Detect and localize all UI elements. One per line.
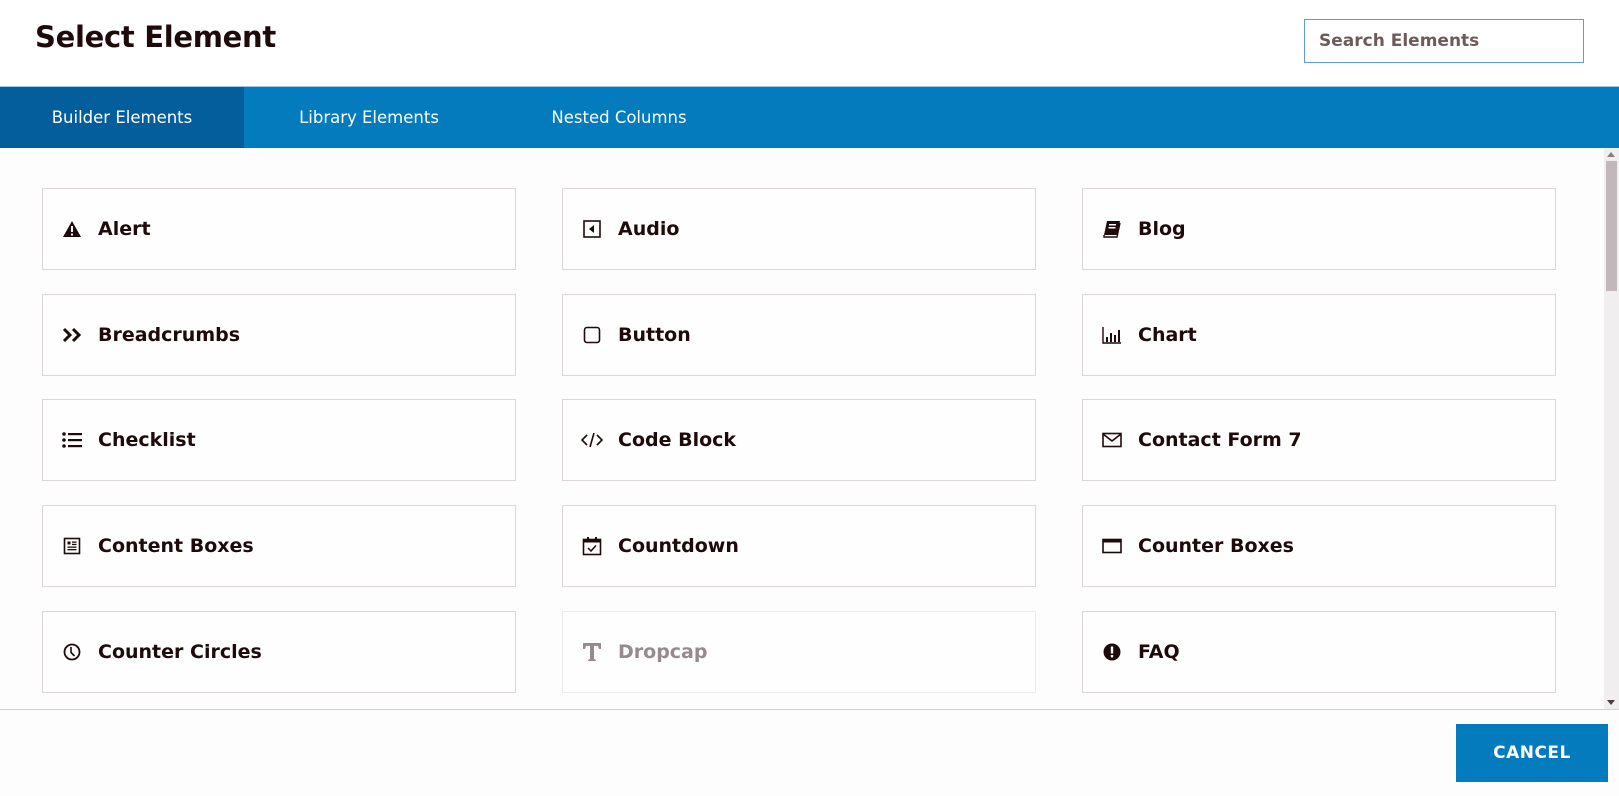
element-card-breadcrumbs[interactable]: Breadcrumbs <box>42 294 516 376</box>
element-card-chart[interactable]: Chart <box>1082 294 1556 376</box>
element-card-contact-form-7[interactable]: Contact Form 7 <box>1082 399 1556 481</box>
element-label: Breadcrumbs <box>98 324 241 346</box>
elements-grid: Alert Audio Blog Breadcrumbs Button Char… <box>0 148 1604 709</box>
vertical-scrollbar[interactable] <box>1604 148 1619 709</box>
audio-icon <box>580 219 604 239</box>
element-card-content-boxes[interactable]: Content Boxes <box>42 505 516 587</box>
warning-triangle-icon <box>60 219 84 239</box>
tab-bar: Builder Elements Library Elements Nested… <box>0 86 1619 148</box>
element-card-code-block[interactable]: Code Block <box>562 399 1036 481</box>
scrollbar-thumb[interactable] <box>1606 161 1617 291</box>
element-label: Code Block <box>618 429 737 451</box>
tab-nested-columns[interactable]: Nested Columns <box>494 87 744 148</box>
cancel-button[interactable]: CANCEL <box>1456 724 1608 782</box>
element-label: Counter Boxes <box>1138 535 1294 557</box>
element-card-dropcap[interactable]: Dropcap <box>562 611 1036 693</box>
search-elements-input[interactable] <box>1304 19 1584 63</box>
book-icon <box>1100 219 1124 239</box>
envelope-icon <box>1100 430 1124 450</box>
list-icon <box>60 430 84 450</box>
element-card-counter-circles[interactable]: Counter Circles <box>42 611 516 693</box>
element-label: Audio <box>618 218 680 240</box>
element-label: Blog <box>1138 218 1186 240</box>
element-label: Countdown <box>618 535 739 557</box>
element-card-blog[interactable]: Blog <box>1082 188 1556 270</box>
newspaper-icon <box>60 536 84 556</box>
element-card-checklist[interactable]: Checklist <box>42 399 516 481</box>
element-label: Contact Form 7 <box>1138 429 1302 451</box>
tab-library-elements[interactable]: Library Elements <box>244 87 494 148</box>
element-card-audio[interactable]: Audio <box>562 188 1036 270</box>
window-icon <box>1100 536 1124 556</box>
element-card-counter-boxes[interactable]: Counter Boxes <box>1082 505 1556 587</box>
exclamation-circle-icon <box>1100 642 1124 662</box>
modal-header: Select Element <box>0 0 1619 86</box>
element-card-countdown[interactable]: Countdown <box>562 505 1036 587</box>
code-icon <box>580 430 604 450</box>
modal-footer: CANCEL <box>0 709 1619 796</box>
element-label: FAQ <box>1138 641 1180 663</box>
element-card-button[interactable]: Button <box>562 294 1036 376</box>
element-label: Checklist <box>98 429 196 451</box>
element-label: Alert <box>98 218 151 240</box>
element-label: Content Boxes <box>98 535 254 557</box>
double-chevron-right-icon <box>60 325 84 345</box>
tab-builder-elements[interactable]: Builder Elements <box>0 87 244 148</box>
calendar-check-icon <box>580 536 604 556</box>
scroll-up-arrow-icon[interactable] <box>1607 152 1615 157</box>
element-label: Chart <box>1138 324 1197 346</box>
element-label: Dropcap <box>618 641 708 663</box>
text-t-icon <box>580 642 604 662</box>
clock-icon <box>60 642 84 662</box>
element-card-alert[interactable]: Alert <box>42 188 516 270</box>
bar-chart-icon <box>1100 325 1124 345</box>
scroll-down-arrow-icon[interactable] <box>1607 700 1615 705</box>
square-outline-icon <box>580 325 604 345</box>
element-label: Counter Circles <box>98 641 262 663</box>
element-label: Button <box>618 324 691 346</box>
element-card-faq[interactable]: FAQ <box>1082 611 1556 693</box>
modal-title: Select Element <box>35 20 276 54</box>
